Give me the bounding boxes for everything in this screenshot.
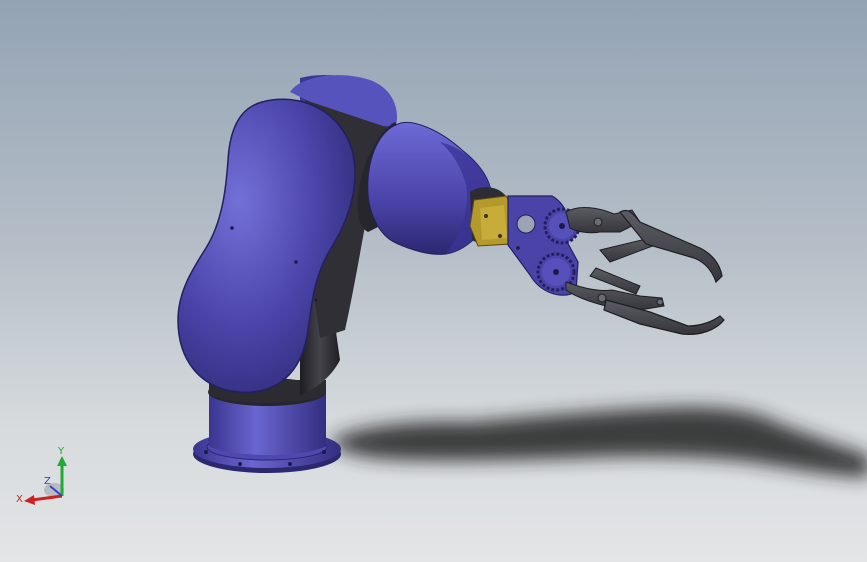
robot-arm-model[interactable] — [0, 0, 867, 562]
y-axis-label: Y — [57, 446, 65, 457]
y-axis-arrowhead — [57, 456, 67, 466]
cad-viewport[interactable]: Y X Z — [0, 0, 867, 562]
z-axis-label: Z — [44, 476, 51, 487]
x-axis-label: X — [16, 494, 23, 505]
x-axis-arrowhead — [24, 495, 35, 505]
x-axis-arrow — [31, 494, 63, 502]
cast-shadow — [330, 406, 867, 478]
orientation-triad[interactable]: Y X Z — [14, 440, 74, 510]
